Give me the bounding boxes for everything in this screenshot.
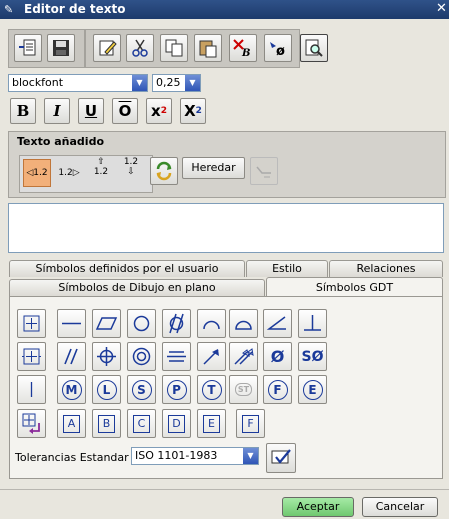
datum-b-button[interactable]: B: [92, 409, 121, 438]
chevron-down-icon[interactable]: ▼: [185, 75, 200, 91]
preview-icon[interactable]: [300, 34, 328, 62]
font-size-value: 0,25: [156, 76, 181, 89]
cut-icon[interactable]: [126, 34, 154, 62]
paste-icon[interactable]: [194, 34, 222, 62]
flatness-icon[interactable]: [92, 309, 121, 338]
window-icon: ✎: [4, 3, 14, 16]
tab-relations[interactable]: Relaciones: [329, 260, 443, 277]
tangent-plane-icon[interactable]: T: [197, 375, 226, 404]
option-after[interactable]: 1.2 ▷: [55, 159, 83, 187]
tab-style[interactable]: Estilo: [246, 260, 328, 277]
symmetry-icon[interactable]: [162, 342, 191, 371]
perpendicularity-icon[interactable]: [298, 309, 327, 338]
regardless-feature-icon[interactable]: S: [127, 375, 156, 404]
edit-note-icon[interactable]: [93, 34, 121, 62]
tab-gdt-symbols[interactable]: Símbolos GDT: [266, 277, 443, 297]
tolerance-value: ISO 1101-1983: [135, 449, 218, 462]
tolerance-label: Tolerancias Estandar: [15, 451, 129, 464]
circular-runout-icon[interactable]: [197, 342, 226, 371]
projected-zone-icon[interactable]: P: [162, 375, 191, 404]
svg-text:ø: ø: [276, 44, 285, 58]
added-text-heading: Texto añadido: [17, 135, 104, 148]
inherit-button[interactable]: Heredar: [182, 157, 245, 179]
circularity-icon[interactable]: [127, 309, 156, 338]
datum-f-button[interactable]: F: [236, 409, 265, 438]
free-state-icon[interactable]: F: [263, 375, 292, 404]
ok-button[interactable]: Aceptar: [282, 497, 354, 517]
save-icon[interactable]: [47, 34, 75, 62]
svg-text:B: B: [241, 48, 250, 58]
parallelism-icon[interactable]: [57, 342, 86, 371]
cancel-button[interactable]: Cancelar: [362, 497, 438, 517]
insert-symbol-icon[interactable]: ø: [264, 34, 292, 62]
copy-icon[interactable]: [160, 34, 188, 62]
bold-button[interactable]: B: [10, 98, 36, 124]
datum-a-button[interactable]: A: [57, 409, 86, 438]
font-family-value: blockfont: [12, 76, 64, 89]
profile-line-icon[interactable]: [197, 309, 226, 338]
tolerance-select[interactable]: ISO 1101-1983 ▼: [131, 447, 259, 465]
least-material-icon[interactable]: L: [92, 375, 121, 404]
cylindricity-icon[interactable]: [162, 309, 191, 338]
footer-divider: [0, 489, 449, 490]
font-family-select[interactable]: blockfont ▼: [8, 74, 148, 92]
frame-single-icon[interactable]: [17, 309, 46, 338]
refresh-icon[interactable]: [150, 157, 178, 185]
frame-double-icon[interactable]: [17, 342, 46, 371]
datum-e-button[interactable]: E: [197, 409, 226, 438]
tab-user-symbols[interactable]: Símbolos definidos por el usuario: [9, 260, 245, 277]
profile-surface-icon[interactable]: [229, 309, 258, 338]
title-bar: ✎ Editor de texto ✕: [0, 0, 449, 19]
straightness-icon[interactable]: [57, 309, 86, 338]
chevron-down-icon[interactable]: ▼: [132, 75, 147, 91]
open-file-icon[interactable]: [14, 34, 42, 62]
separator-icon[interactable]: [17, 375, 46, 404]
chevron-down-icon[interactable]: ▼: [243, 448, 258, 464]
option-below[interactable]: 1.2 ⇩: [117, 157, 145, 189]
added-text-group: Texto añadido ◁ 1.2 1.2 ▷ ⇧ 1.2 1.2 ⇩ Hereda…: [8, 131, 446, 198]
spherical-diameter-icon[interactable]: SØ: [298, 342, 327, 371]
angularity-icon[interactable]: [263, 309, 292, 338]
option-above[interactable]: ⇧ 1.2: [87, 157, 115, 189]
max-material-icon[interactable]: M: [57, 375, 86, 404]
tab-drawing-symbols[interactable]: Símbolos de Dibujo en plano: [9, 279, 265, 296]
subscript-button[interactable]: X2: [180, 98, 206, 124]
option-before[interactable]: ◁ 1.2: [23, 159, 51, 187]
concentricity-icon[interactable]: [127, 342, 156, 371]
superscript-button[interactable]: x2: [146, 98, 172, 124]
apply-check-icon[interactable]: [266, 443, 296, 473]
datum-d-button[interactable]: D: [162, 409, 191, 438]
insert-frame-icon[interactable]: [17, 409, 46, 438]
position-icon[interactable]: [92, 342, 121, 371]
insert-disabled-icon: [250, 157, 278, 185]
close-icon[interactable]: ✕: [436, 1, 449, 17]
statistical-icon[interactable]: ST: [229, 375, 258, 404]
italic-button[interactable]: I: [44, 98, 70, 124]
overline-button[interactable]: O: [112, 98, 138, 124]
delete-format-icon[interactable]: B: [229, 34, 257, 62]
underline-button[interactable]: U: [78, 98, 104, 124]
total-runout-icon[interactable]: [229, 342, 258, 371]
envelope-icon[interactable]: E: [298, 375, 327, 404]
font-size-select[interactable]: 0,25 ▼: [152, 74, 201, 92]
window-title: Editor de texto: [24, 2, 126, 16]
text-input-area[interactable]: [8, 203, 444, 253]
diameter-icon[interactable]: Ø: [263, 342, 292, 371]
datum-c-button[interactable]: C: [127, 409, 156, 438]
